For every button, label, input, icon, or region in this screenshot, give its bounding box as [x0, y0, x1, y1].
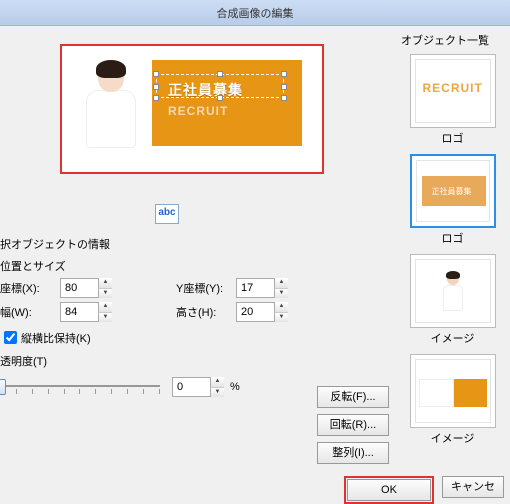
- w-label: 幅(W):: [0, 304, 60, 320]
- thumb-logo-text: 正社員募集: [432, 186, 472, 197]
- handle-sw[interactable]: [153, 95, 159, 101]
- percent-label: %: [230, 381, 240, 393]
- opacity-stepper[interactable]: ▲▼: [172, 377, 224, 397]
- opacity-ticks: [0, 389, 160, 395]
- title-bar: 合成画像の編集: [0, 0, 510, 26]
- cancel-button[interactable]: キャンセ: [442, 476, 504, 498]
- orange-card[interactable]: 正社員募集 RECRUIT: [152, 60, 302, 146]
- opacity-down[interactable]: ▼: [210, 388, 224, 398]
- canvas-preview[interactable]: 正社員募集 RECRUIT: [60, 44, 324, 174]
- y-down[interactable]: ▼: [274, 289, 288, 299]
- handle-n[interactable]: [217, 71, 223, 77]
- opacity-thumb[interactable]: [0, 379, 6, 395]
- handle-e[interactable]: [281, 84, 287, 90]
- opacity-title: 透明度(T): [0, 353, 387, 369]
- object-item-1[interactable]: 正社員募集 ロゴ: [410, 154, 496, 252]
- object-label-0: ロゴ: [410, 128, 496, 152]
- handle-nw[interactable]: [153, 71, 159, 77]
- y-up[interactable]: ▲: [274, 278, 288, 289]
- y-stepper[interactable]: ▲▼: [236, 278, 288, 298]
- y-label: Y座標(Y):: [176, 280, 236, 296]
- x-stepper[interactable]: ▲▼: [60, 278, 112, 298]
- main-panel: 正社員募集 RECRUIT abc 択オブジェクトの情報 位置とサイズ 座標(X…: [0, 26, 395, 474]
- card-en-text: RECRUIT: [168, 104, 228, 118]
- text-tool-button[interactable]: abc: [155, 204, 179, 224]
- object-item-3[interactable]: イメージ: [410, 354, 496, 452]
- object-item-0[interactable]: RECRUIT ロゴ: [410, 54, 496, 152]
- aspect-ratio-input[interactable]: [4, 331, 17, 344]
- canvas-inner: 正社員募集 RECRUIT: [72, 56, 312, 162]
- w-stepper[interactable]: ▲▼: [60, 302, 112, 322]
- object-label-1: ロゴ: [410, 228, 496, 252]
- selection-box[interactable]: [156, 74, 284, 98]
- object-label-2: イメージ: [410, 328, 496, 352]
- aspect-ratio-label: 縦横比保持(K): [21, 330, 91, 346]
- thumb-recruit-text: RECRUIT: [423, 81, 483, 95]
- position-size-title: 位置とサイズ: [0, 258, 387, 274]
- rotate-button[interactable]: 回転(R)...: [317, 414, 389, 436]
- object-info-title: 択オブジェクトの情報: [0, 236, 387, 252]
- align-button[interactable]: 整列(I)...: [317, 442, 389, 464]
- handle-s[interactable]: [217, 95, 223, 101]
- flip-button[interactable]: 反転(F)...: [317, 386, 389, 408]
- object-item-2[interactable]: イメージ: [410, 254, 496, 352]
- aspect-ratio-checkbox[interactable]: 縦横比保持(K): [0, 328, 387, 347]
- object-label-3: イメージ: [410, 428, 496, 452]
- h-down[interactable]: ▼: [274, 313, 288, 323]
- handle-ne[interactable]: [281, 71, 287, 77]
- h-stepper[interactable]: ▲▼: [236, 302, 288, 322]
- x-label: 座標(X):: [0, 280, 60, 296]
- object-list-panel: オブジェクト一覧 RECRUIT ロゴ 正社員募集 ロゴ イメージ イメージ: [395, 26, 510, 474]
- window-title: 合成画像の編集: [217, 8, 294, 20]
- w-down[interactable]: ▼: [98, 313, 112, 323]
- footer-bar: OK キャンセ: [0, 474, 510, 504]
- opacity-up[interactable]: ▲: [210, 377, 224, 388]
- handle-se[interactable]: [281, 95, 287, 101]
- h-up[interactable]: ▲: [274, 302, 288, 313]
- ok-highlight: OK: [344, 476, 434, 504]
- object-list-header: オブジェクト一覧: [397, 30, 508, 54]
- x-up[interactable]: ▲: [98, 278, 112, 289]
- opacity-track[interactable]: [0, 385, 160, 387]
- handle-w[interactable]: [153, 84, 159, 90]
- h-label: 高さ(H):: [176, 304, 236, 320]
- x-down[interactable]: ▼: [98, 289, 112, 299]
- w-up[interactable]: ▲: [98, 302, 112, 313]
- person-image[interactable]: [72, 56, 150, 146]
- ok-button[interactable]: OK: [347, 479, 431, 501]
